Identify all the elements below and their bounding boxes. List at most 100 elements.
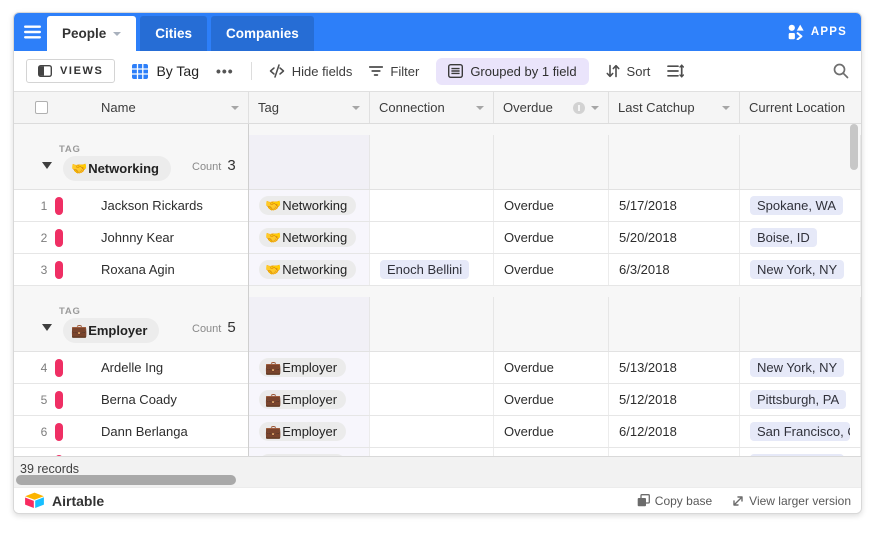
tab-people[interactable]: People bbox=[47, 16, 137, 51]
location-cell[interactable]: Pittsburgh, PA bbox=[740, 384, 861, 415]
connection-cell[interactable] bbox=[370, 190, 494, 221]
overdue-cell[interactable]: Overdue bbox=[494, 222, 609, 253]
person-name: Jackson Rickards bbox=[101, 198, 203, 213]
column-header-overdue[interactable]: Overdue bbox=[494, 92, 609, 123]
info-icon[interactable] bbox=[573, 101, 585, 114]
connection-cell[interactable] bbox=[370, 448, 494, 456]
row-number: 2 bbox=[40, 230, 48, 245]
location-cell[interactable]: New York, NY bbox=[740, 448, 861, 456]
overdue-cell[interactable]: Overdue bbox=[494, 416, 609, 447]
last-catchup-cell[interactable]: 5/12/2018 bbox=[609, 384, 740, 415]
chevron-down-icon[interactable] bbox=[352, 105, 360, 110]
chevron-down-icon[interactable] bbox=[722, 105, 730, 110]
tab-companies[interactable]: Companies bbox=[211, 16, 314, 51]
row-number: 4 bbox=[40, 360, 48, 375]
name-cell[interactable]: 2 Johnny Kear bbox=[14, 222, 249, 253]
overdue-cell[interactable]: Overdue bbox=[494, 352, 609, 383]
column-header-name[interactable]: Name bbox=[14, 92, 249, 123]
apps-button[interactable]: APPS bbox=[788, 13, 847, 51]
last-catchup-cell[interactable]: 6/12/2018 bbox=[609, 416, 740, 447]
table-row[interactable]: 6 Dann Berlanga 💼 Employer Overdue 6/12/2… bbox=[14, 416, 861, 448]
table-row[interactable]: 5 Berna Coady 💼 Employer Overdue 5/12/201… bbox=[14, 384, 861, 416]
current-view[interactable]: By Tag bbox=[132, 63, 199, 79]
filter-label: Filter bbox=[390, 63, 420, 79]
tag-cell[interactable]: 💼Employer bbox=[249, 416, 370, 447]
overdue-cell[interactable]: Overdue bbox=[494, 190, 609, 221]
name-cell[interactable]: 4 Ardelle Ing bbox=[14, 352, 249, 383]
column-header-connection[interactable]: Connection bbox=[370, 92, 494, 123]
select-all-checkbox[interactable] bbox=[35, 101, 48, 114]
airtable-logo-text[interactable]: Airtable bbox=[52, 493, 104, 509]
copy-base-link[interactable]: Copy base bbox=[637, 494, 712, 508]
grouped-label: Grouped by 1 field bbox=[470, 63, 577, 79]
chevron-down-icon[interactable] bbox=[476, 105, 484, 110]
column-header-last-catchup[interactable]: Last Catchup bbox=[609, 92, 740, 123]
tab-cities-label: Cities bbox=[155, 26, 193, 41]
collapse-triangle-icon[interactable] bbox=[42, 324, 52, 331]
expand-arrows-icon bbox=[732, 495, 744, 507]
name-cell[interactable]: 5 Berna Coady bbox=[14, 384, 249, 415]
search-icon[interactable] bbox=[833, 63, 849, 79]
last-catchup-cell[interactable]: 5/13/2018 bbox=[609, 352, 740, 383]
views-button[interactable]: VIEWS bbox=[26, 59, 116, 83]
name-cell[interactable]: 6 Dann Berlanga bbox=[14, 416, 249, 447]
table-row[interactable]: 1 Jackson Rickards 🤝 Networking Overdue 5… bbox=[14, 190, 861, 222]
airtable-embed-widget: People Cities Companies APPS VIEWS By Ta… bbox=[13, 12, 862, 514]
collapse-triangle-icon[interactable] bbox=[42, 162, 52, 169]
tag-cell[interactable]: 🤝 Networking bbox=[249, 190, 370, 221]
tag-cell[interactable]: 🤝 Networking bbox=[249, 222, 370, 253]
tag-cell[interactable]: 💼Employer bbox=[249, 352, 370, 383]
overdue-cell[interactable]: Overdue bbox=[494, 254, 609, 285]
grouped-button[interactable]: Grouped by 1 field bbox=[436, 57, 589, 85]
name-cell[interactable]: 1 Jackson Rickards bbox=[14, 190, 249, 221]
hide-fields-icon bbox=[269, 64, 285, 78]
connection-cell[interactable]: Enoch Bellini bbox=[370, 254, 494, 285]
view-larger-link[interactable]: View larger version bbox=[732, 494, 851, 508]
name-cell[interactable]: 7 Enoch Bellini bbox=[14, 448, 249, 456]
table-row[interactable]: 2 Johnny Kear 🤝 Networking Overdue 5/20/2… bbox=[14, 222, 861, 254]
filter-button[interactable]: Filter bbox=[369, 64, 419, 79]
group-count: Count 5 bbox=[192, 319, 236, 336]
location-cell[interactable]: Boise, ID bbox=[740, 222, 861, 253]
location-cell[interactable]: New York, NY bbox=[740, 254, 861, 285]
tag-pill: 🤝 Networking bbox=[259, 196, 357, 215]
overdue-cell[interactable]: Overdue bbox=[494, 384, 609, 415]
tab-cities[interactable]: Cities bbox=[140, 16, 208, 51]
last-catchup-cell[interactable]: 7/1/2018 bbox=[609, 448, 740, 456]
last-catchup-cell[interactable]: 5/20/2018 bbox=[609, 222, 740, 253]
chevron-down-icon[interactable] bbox=[231, 105, 239, 110]
airtable-logo-icon[interactable] bbox=[24, 492, 45, 510]
group-header-networking: TAG 🤝 Networking Count 3 bbox=[14, 135, 861, 190]
connection-cell[interactable] bbox=[370, 384, 494, 415]
location-cell[interactable]: New York, NY bbox=[740, 352, 861, 383]
tag-cell[interactable]: 🤝 Networking bbox=[249, 254, 370, 285]
overdue-cell[interactable]: Overdue bbox=[494, 448, 609, 456]
location-cell[interactable]: San Francisco, CA bbox=[740, 416, 861, 447]
row-height-icon[interactable] bbox=[667, 64, 685, 78]
last-catchup-cell[interactable]: 6/3/2018 bbox=[609, 254, 740, 285]
name-cell[interactable]: 3 Roxana Agin bbox=[14, 254, 249, 285]
column-header-current-location[interactable]: Current Location bbox=[740, 92, 861, 123]
vertical-scrollbar[interactable] bbox=[850, 124, 858, 170]
hamburger-menu-icon[interactable] bbox=[24, 25, 42, 39]
connection-cell[interactable] bbox=[370, 416, 494, 447]
hide-fields-label: Hide fields bbox=[291, 63, 353, 79]
tag-cell[interactable]: 💼Employer bbox=[249, 384, 370, 415]
table-row[interactable]: 3 Roxana Agin 🤝 Networking Enoch Bellini … bbox=[14, 254, 861, 286]
table-row[interactable]: 7 Enoch Bellini 💼Employer Overdue 7/1/20… bbox=[14, 448, 861, 456]
tag-cell[interactable]: 💼Employer bbox=[249, 448, 370, 456]
table-row[interactable]: 4 Ardelle Ing 💼 Employer Overdue 5/13/201… bbox=[14, 352, 861, 384]
view-more-icon[interactable]: ••• bbox=[216, 63, 234, 79]
column-label: Current Location bbox=[749, 100, 846, 115]
column-header-tag[interactable]: Tag bbox=[249, 92, 370, 123]
hide-fields-button[interactable]: Hide fields bbox=[269, 63, 353, 79]
connection-cell[interactable] bbox=[370, 222, 494, 253]
chevron-down-icon[interactable] bbox=[113, 31, 122, 36]
tab-people-label: People bbox=[62, 26, 107, 41]
chevron-down-icon[interactable] bbox=[591, 105, 599, 110]
sort-button[interactable]: Sort bbox=[606, 64, 650, 79]
connection-cell[interactable] bbox=[370, 352, 494, 383]
horizontal-scrollbar[interactable] bbox=[16, 475, 236, 485]
location-cell[interactable]: Spokane, WA bbox=[740, 190, 861, 221]
last-catchup-cell[interactable]: 5/17/2018 bbox=[609, 190, 740, 221]
